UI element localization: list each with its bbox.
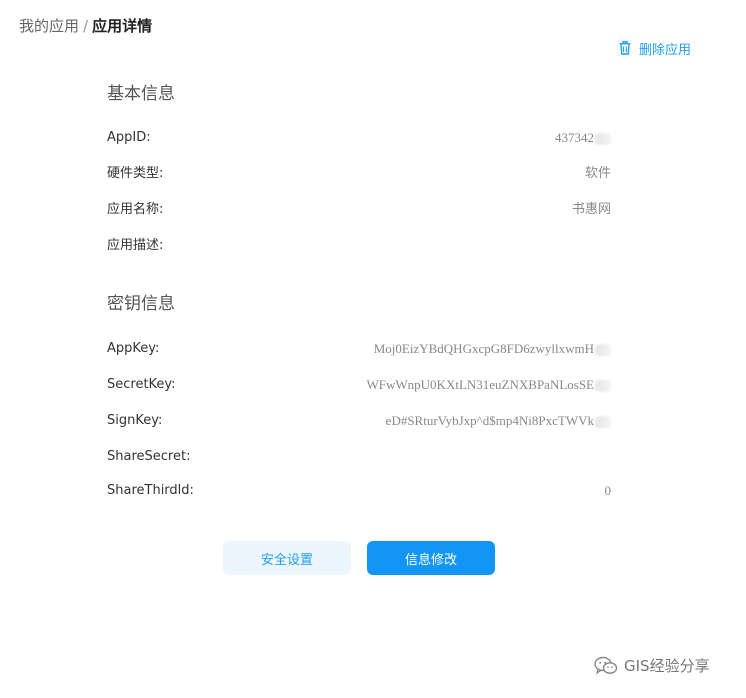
- appid-label: AppID:: [107, 130, 151, 145]
- breadcrumb: 我的应用 / 应用详情: [19, 16, 152, 36]
- trash-icon: [619, 41, 631, 55]
- page-title: 应用详情: [92, 17, 153, 35]
- sharethirdid-label: ShareThirdld:: [107, 483, 194, 498]
- redaction-mark: [595, 416, 611, 429]
- appid-value: 437342: [555, 129, 611, 147]
- delete-app-label: 删除应用: [639, 42, 692, 58]
- sharesecret-label: ShareSecret:: [107, 449, 191, 464]
- app-description-label: 应用描述:: [107, 238, 164, 253]
- redaction-mark: [595, 133, 611, 146]
- delete-app-button[interactable]: 删除应用: [619, 38, 691, 58]
- watermark: GIS经验分享: [594, 655, 710, 676]
- key-info-title: 密钥信息: [107, 294, 175, 314]
- watermark-text: GIS经验分享: [624, 657, 710, 675]
- wechat-icon: [594, 656, 618, 674]
- breadcrumb-separator: /: [83, 17, 89, 35]
- breadcrumb-my-apps-link[interactable]: 我的应用: [19, 17, 79, 35]
- secretkey-value: WFwWnpU0KXtLN31euZNXBPaNLosSE: [367, 376, 611, 394]
- appkey-label: AppKey:: [107, 341, 160, 356]
- hardware-type-label: 硬件类型:: [107, 166, 164, 181]
- sharethirdid-value: 0: [604, 483, 612, 498]
- signkey-value: eD#SRturVybJxp^d$mp4Ni8PxcTWVk: [386, 412, 611, 430]
- basic-info-title: 基本信息: [107, 84, 175, 104]
- edit-info-button[interactable]: 信息修改: [367, 541, 495, 575]
- hardware-type-value: 软件: [584, 166, 611, 181]
- security-settings-button[interactable]: 安全设置: [223, 541, 351, 575]
- appkey-value: Moj0EizYBdQHGxcpG8FD6zwyllxwmH: [374, 340, 611, 358]
- secretkey-label: SecretKey:: [107, 377, 176, 392]
- app-name-value: 书惠网: [571, 202, 611, 217]
- app-name-label: 应用名称:: [107, 202, 164, 217]
- redaction-mark: [595, 380, 611, 393]
- redaction-mark: [595, 344, 611, 357]
- signkey-label: SignKey:: [107, 413, 163, 428]
